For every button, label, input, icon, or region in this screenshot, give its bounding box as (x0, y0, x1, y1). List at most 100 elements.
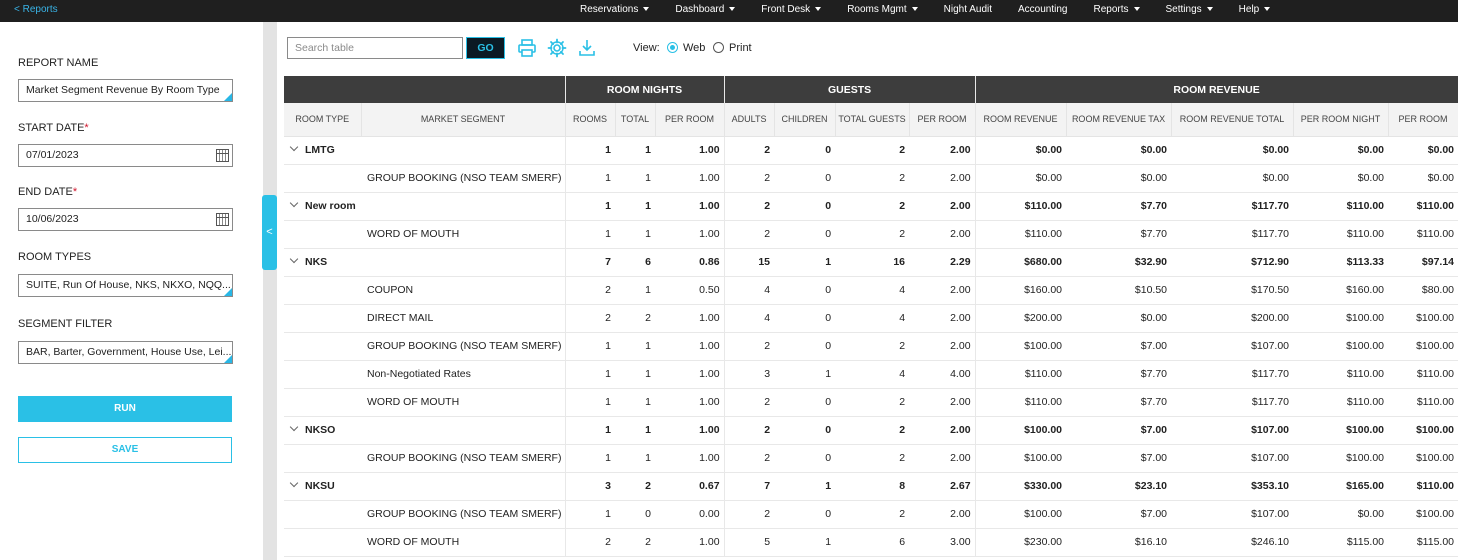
column-header[interactable]: PER ROOM NIGHT (1293, 103, 1389, 137)
value-cell: $246.10 (1171, 528, 1294, 557)
value-cell: 2 (565, 276, 615, 305)
room-type-row[interactable]: NKSO 1 1 1.00 2 0 2 2.00 $100.00 $7.00 $107.00 $100… (284, 416, 1458, 445)
value-cell: 2.00 (909, 388, 976, 417)
start-date-input[interactable]: 07/01/2023 (18, 144, 233, 167)
value-cell: $0.00 (1388, 136, 1458, 165)
value-cell: $32.90 (1066, 248, 1172, 277)
room-type-cell (284, 304, 361, 333)
column-header[interactable]: ROOM REVENUE (975, 103, 1067, 137)
chevron-down-icon[interactable] (289, 422, 299, 432)
column-header[interactable]: PER ROOM (655, 103, 725, 137)
room-types-select[interactable]: SUITE, Run Of House, NKS, NKXO, NQQ... (18, 274, 233, 297)
room-type-row[interactable]: LMTG 1 1 1.00 2 0 2 2.00 $0.00 $0.00 $0.00 $0.00 $0.… (284, 136, 1458, 165)
value-cell: $110.00 (1388, 388, 1458, 417)
market-segment-row: DIRECT MAIL 2 2 1.00 4 0 4 2.00 $200.00 $0.00 $200… (284, 304, 1458, 333)
column-header[interactable]: ROOMS (565, 103, 616, 137)
group-header-row: ROOM NIGHTS GUESTS ROOM REVENUE (284, 76, 1458, 103)
segment-filter-select[interactable]: BAR, Barter, Government, House Use, Lei.… (18, 341, 233, 364)
nav-item-help[interactable]: Help (1239, 0, 1271, 22)
end-date-value: 10/06/2023 (26, 213, 79, 225)
nav-item-label: Accounting (1018, 4, 1068, 15)
search-table-input[interactable] (287, 37, 463, 59)
calendar-icon[interactable] (216, 149, 229, 162)
required-mark: * (84, 122, 89, 134)
value-cell: 2 (835, 500, 910, 529)
value-cell: $100.00 (1293, 444, 1389, 473)
view-web-radio[interactable] (667, 42, 678, 53)
end-date-input[interactable]: 10/06/2023 (18, 208, 233, 231)
nav-item-front-desk[interactable]: Front Desk (761, 0, 822, 22)
nav-item-night-audit[interactable]: Night Audit (944, 0, 992, 22)
settings-gear-icon[interactable] (547, 38, 567, 58)
view-print-label[interactable]: Print (729, 42, 752, 54)
column-header[interactable]: CHILDREN (774, 103, 836, 137)
value-cell: $0.00 (1293, 136, 1389, 165)
column-header[interactable]: MARKET SEGMENT (361, 103, 566, 137)
market-segment-cell: WORD OF MOUTH (361, 388, 566, 417)
value-cell: $100.00 (1388, 444, 1458, 473)
dropdown-corner-icon (224, 93, 232, 101)
value-cell: 0 (774, 136, 836, 165)
report-name-select[interactable]: Market Segment Revenue By Room Type (18, 79, 233, 102)
value-cell: $100.00 (975, 332, 1067, 361)
column-header[interactable]: ROOM REVENUE TAX (1066, 103, 1172, 137)
value-cell: 1.00 (655, 444, 725, 473)
column-header[interactable]: ADULTS (724, 103, 775, 137)
column-header[interactable]: PER ROOM (909, 103, 976, 137)
chevron-down-icon[interactable] (289, 254, 299, 264)
nav-item-label: Dashboard (675, 4, 725, 15)
view-print-radio[interactable] (713, 42, 724, 53)
collapse-sidebar-button[interactable]: < (262, 195, 277, 270)
chevron-down-icon[interactable] (289, 142, 299, 152)
chevron-down-icon[interactable] (289, 478, 299, 488)
column-header[interactable]: TOTAL GUESTS (835, 103, 910, 137)
market-segment-row: GROUP BOOKING (NSO TEAM SMERF) 1 1 1.00 2 0 2 2… (284, 164, 1458, 193)
save-button[interactable]: SAVE (18, 437, 232, 463)
value-cell: 3.00 (909, 528, 976, 557)
room-type-row[interactable]: New room 1 1 1.00 2 0 2 2.00 $110.00 $7.70 $117.70… (284, 192, 1458, 221)
room-type-row[interactable]: NKS 7 6 0.86 15 1 16 2.29 $680.00 $32.90 $712.90 $1… (284, 248, 1458, 277)
column-header[interactable]: PER ROOM (1388, 103, 1458, 137)
print-icon[interactable] (517, 38, 537, 58)
value-cell: 8 (835, 472, 910, 501)
value-cell: 1 (615, 136, 655, 165)
column-header[interactable]: ROOM REVENUE TOTAL (1171, 103, 1294, 137)
value-cell: $23.10 (1066, 472, 1172, 501)
room-type-label: NKSO (305, 424, 336, 436)
value-cell: 0 (774, 444, 836, 473)
nav-item-settings[interactable]: Settings (1166, 0, 1213, 22)
column-header[interactable]: ROOM TYPE (284, 103, 362, 137)
chevron-down-icon[interactable] (289, 198, 299, 208)
report-filters-sidebar: REPORT NAME Market Segment Revenue By Ro… (0, 22, 263, 560)
segment-filter-value: BAR, Barter, Government, House Use, Lei.… (26, 346, 232, 358)
column-header[interactable]: TOTAL (615, 103, 656, 137)
value-cell: 2.00 (909, 164, 976, 193)
nav-item-dashboard[interactable]: Dashboard (675, 0, 736, 22)
nav-item-reservations[interactable]: Reservations (580, 0, 650, 22)
calendar-icon[interactable] (216, 213, 229, 226)
room-type-cell (284, 164, 361, 193)
caret-down-icon (1206, 7, 1213, 12)
value-cell: 0 (774, 388, 836, 417)
caret-down-icon (729, 7, 736, 12)
start-date-value: 07/01/2023 (26, 149, 79, 161)
market-segment-row: WORD OF MOUTH 1 1 1.00 2 0 2 2.00 $110.00 $7.70 $1… (284, 388, 1458, 417)
value-cell: $16.10 (1066, 528, 1172, 557)
run-button[interactable]: RUN (18, 396, 232, 422)
back-to-reports-link[interactable]: < Reports (14, 4, 58, 15)
download-icon[interactable] (577, 38, 597, 58)
value-cell: 1 (565, 416, 615, 445)
room-type-row[interactable]: NKSU 3 2 0.67 7 1 8 2.67 $330.00 $23.10 $353.10 $16… (284, 472, 1458, 501)
value-cell: $110.00 (1293, 388, 1389, 417)
value-cell: $200.00 (1171, 304, 1294, 333)
nav-item-rooms-mgmt[interactable]: Rooms Mgmt (847, 0, 918, 22)
nav-item-reports[interactable]: Reports (1094, 0, 1140, 22)
nav-item-accounting[interactable]: Accounting (1018, 0, 1067, 22)
view-web-label[interactable]: Web (683, 42, 705, 54)
value-cell: $117.70 (1171, 360, 1294, 389)
value-cell: $107.00 (1171, 500, 1294, 529)
value-cell: $107.00 (1171, 332, 1294, 361)
go-button[interactable]: GO (466, 37, 505, 59)
value-cell: 2 (724, 332, 775, 361)
value-cell: 4 (724, 276, 775, 305)
